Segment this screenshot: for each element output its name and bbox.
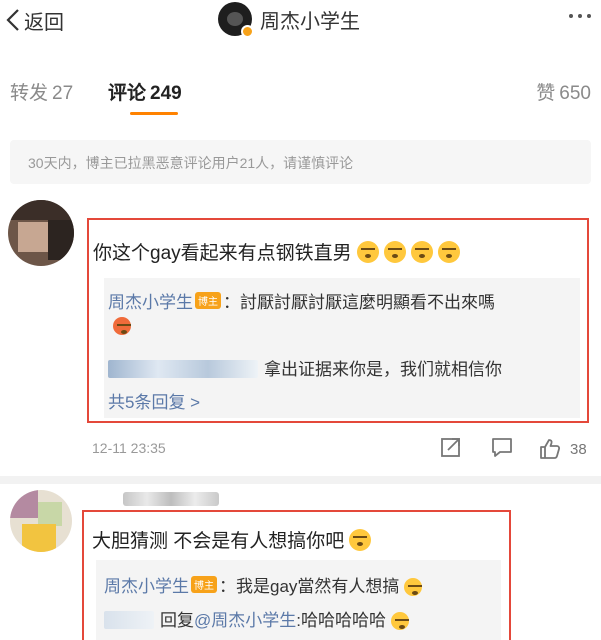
- tab-repost[interactable]: 转发 27: [10, 78, 73, 105]
- notice-text: 30天内，博主已拉黑恶意评论用户21人，请谨慎评论: [28, 155, 354, 171]
- comment-icon: [492, 438, 512, 457]
- thumbs-up-icon: [540, 439, 561, 459]
- tab-like[interactable]: 赞 650: [536, 78, 591, 105]
- reply-text: 拿出证据来你是，我们就相信你: [264, 360, 502, 379]
- reply-emoji-line: [108, 316, 131, 336]
- back-button[interactable]: 返回: [6, 6, 64, 34]
- comment-divider: [0, 476, 601, 484]
- chevron-left-icon: [6, 9, 19, 31]
- tab-comment-count: 249: [150, 83, 182, 104]
- blurred-username: [104, 611, 154, 629]
- verified-badge-icon: [241, 25, 254, 38]
- top-nav-bar: 返回 周杰小学生: [0, 0, 601, 46]
- reply-text: ：討厭討厭討厭這麼明顯看不出來嗎: [223, 293, 495, 312]
- comment-text: 你这个gay看起来有点钢铁直男: [93, 238, 460, 265]
- more-replies-label: 共5条回复 >: [108, 393, 201, 412]
- tab-repost-label: 转发: [10, 83, 49, 104]
- tab-like-label: 赞: [536, 83, 556, 104]
- more-replies-link[interactable]: 共5条回复 >: [108, 388, 200, 413]
- page-title: 周杰小学生: [260, 10, 360, 33]
- commenter-avatar[interactable]: [10, 490, 72, 552]
- angry-emoji-icon: [113, 317, 131, 335]
- share-icon: [441, 438, 460, 457]
- tab-comment[interactable]: 评论 249: [108, 78, 182, 105]
- blurred-username: [108, 360, 258, 378]
- share-button[interactable]: [440, 436, 462, 462]
- blurred-username[interactable]: [123, 492, 219, 506]
- reply-author[interactable]: 周杰小学生: [108, 293, 193, 312]
- emoji-icon: [356, 241, 379, 263]
- emoji-icon: [410, 241, 433, 263]
- tab-bar: 转发 27 评论 249 赞 650: [0, 74, 601, 115]
- comment-text-content: 你这个gay看起来有点钢铁直男: [93, 243, 352, 264]
- reply-line[interactable]: 拿出证据来你是，我们就相信你: [108, 355, 502, 380]
- emoji-icon: [437, 241, 460, 263]
- avatar[interactable]: [218, 2, 254, 38]
- surprised-emoji-icon: [349, 529, 372, 551]
- reply-line[interactable]: 周杰小学生 博主 ：討厭討厭討厭這麼明顯看不出來嗎: [108, 288, 495, 313]
- reply-prefix: 回复: [160, 611, 194, 630]
- like-button[interactable]: 38: [538, 436, 587, 462]
- commenter-avatar[interactable]: [8, 200, 74, 266]
- back-label: 返回: [24, 11, 64, 34]
- like-count: 38: [570, 440, 587, 458]
- comment-timestamp: 12-11 23:35: [92, 440, 166, 456]
- mention-link[interactable]: @周杰小学生: [194, 611, 296, 630]
- tab-like-count: 650: [559, 83, 591, 104]
- reply-text: :哈哈哈哈哈: [296, 611, 386, 630]
- reply-line[interactable]: 回复@周杰小学生:哈哈哈哈哈: [104, 606, 409, 631]
- comment-text: 大胆猜测 不会是有人想搞你吧: [92, 526, 372, 553]
- comment-button[interactable]: [490, 436, 514, 462]
- tab-repost-count: 27: [52, 83, 74, 104]
- comment-text-content: 大胆猜测 不会是有人想搞你吧: [92, 531, 345, 552]
- author-tag: 博主: [195, 292, 221, 309]
- active-tab-indicator: [130, 112, 178, 115]
- laughing-emoji-icon: [391, 612, 409, 630]
- emoji-icon: [383, 241, 406, 263]
- reply-line[interactable]: 周杰小学生 博主 ：我是gay當然有人想搞: [104, 572, 423, 597]
- more-options-icon[interactable]: [569, 14, 591, 18]
- tab-comment-label: 评论: [108, 83, 147, 104]
- reply-author[interactable]: 周杰小学生: [104, 577, 189, 596]
- author-tag: 博主: [191, 576, 217, 593]
- emoji-icon: [404, 578, 423, 596]
- nav-user[interactable]: 周杰小学生: [218, 2, 360, 38]
- reply-text: ：我是gay當然有人想搞: [219, 577, 400, 596]
- notice-banner: 30天内，博主已拉黑恶意评论用户21人，请谨慎评论: [10, 140, 591, 184]
